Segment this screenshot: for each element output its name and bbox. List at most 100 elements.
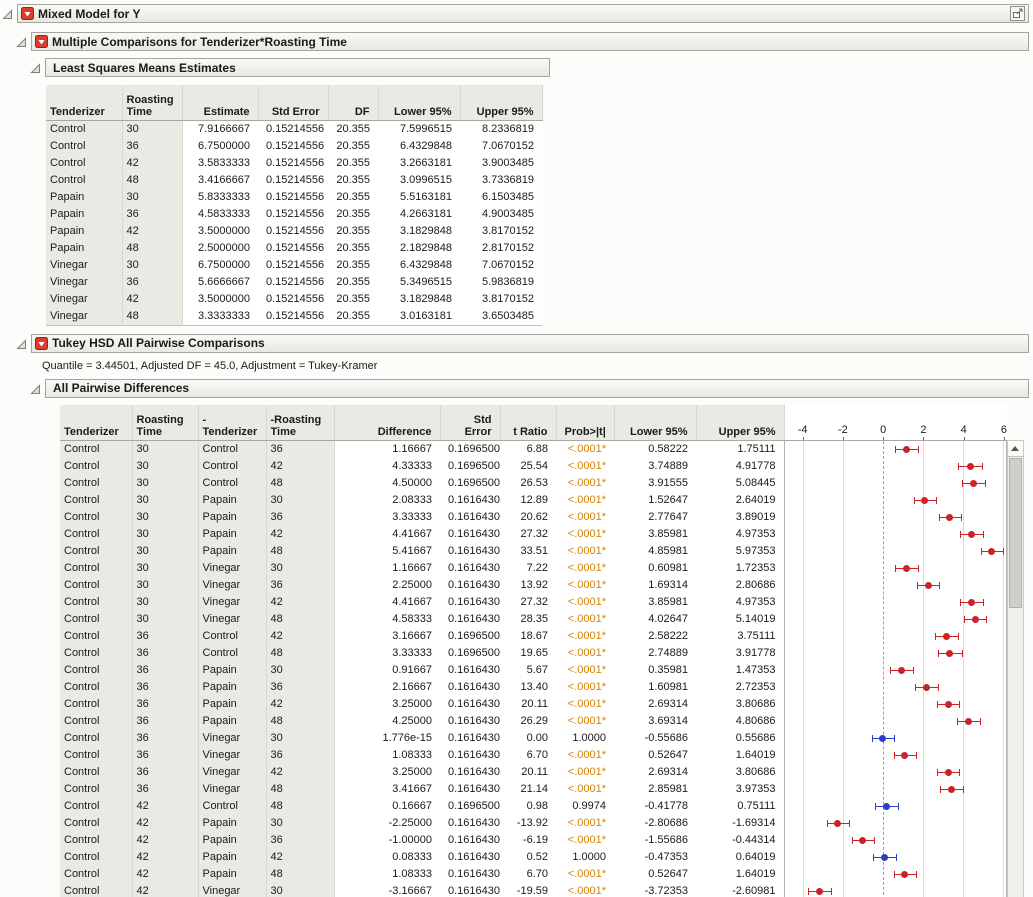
cell: 27.32 bbox=[500, 526, 556, 543]
cell: Control bbox=[198, 628, 266, 645]
table-row[interactable]: Papain482.50000000.1521455620.3552.18298… bbox=[46, 240, 542, 257]
disclosure-triangle-icon[interactable] bbox=[16, 337, 29, 350]
pairwise-table-region: TenderizerRoasting Time-Tenderizer-Roast… bbox=[60, 405, 1029, 897]
cell: 0.1696500 bbox=[440, 440, 500, 458]
cell: 6.1503485 bbox=[460, 189, 542, 206]
cell: 3.0163181 bbox=[378, 308, 460, 326]
cell: 0.1616430 bbox=[440, 492, 500, 509]
scrollbar-up-button[interactable] bbox=[1008, 441, 1023, 457]
scrollbar-thumb[interactable] bbox=[1009, 458, 1022, 608]
confidence-interval-marker bbox=[785, 713, 1006, 730]
red-triangle-menu-icon[interactable] bbox=[35, 35, 48, 48]
table-row[interactable]: Control307.91666670.1521455620.3557.5996… bbox=[46, 120, 542, 138]
table-row[interactable]: Papain364.58333330.1521455620.3554.26631… bbox=[46, 206, 542, 223]
cell: 2.64019 bbox=[696, 492, 784, 509]
cell: 1.16667 bbox=[334, 560, 440, 577]
disclosure-triangle-icon[interactable] bbox=[30, 61, 43, 74]
cell: 30 bbox=[132, 458, 198, 475]
cell: Control bbox=[60, 560, 132, 577]
column-header: Tenderizer bbox=[60, 405, 132, 441]
ci-lower-cap bbox=[957, 718, 958, 725]
cell: Vinegar bbox=[198, 730, 266, 747]
cell: 3.1829848 bbox=[378, 291, 460, 308]
column-header: Tenderizer bbox=[46, 85, 122, 120]
ci-upper-cap bbox=[913, 667, 914, 674]
cell: 4.5833333 bbox=[182, 206, 258, 223]
cell: 2.8170152 bbox=[460, 240, 542, 257]
red-triangle-menu-icon[interactable] bbox=[35, 337, 48, 350]
cell: 36 bbox=[266, 509, 334, 526]
cell: 0.60981 bbox=[614, 560, 696, 577]
table-row[interactable]: Control483.41666670.1521455620.3553.0996… bbox=[46, 172, 542, 189]
cell: Control bbox=[198, 645, 266, 662]
cell: 0.9974 bbox=[556, 798, 614, 815]
cell: Papain bbox=[198, 866, 266, 883]
ci-upper-cap bbox=[1003, 548, 1004, 555]
table-row[interactable]: Control30Control361.166670.16965006.88<.… bbox=[60, 440, 1006, 458]
cell: 36 bbox=[266, 679, 334, 696]
red-triangle-menu-icon[interactable] bbox=[21, 7, 34, 20]
disclosure-triangle-icon[interactable] bbox=[16, 35, 29, 48]
confidence-interval-marker bbox=[785, 543, 1006, 560]
cell: -1.55686 bbox=[614, 832, 696, 849]
lsm-header-row: TenderizerRoasting TimeEstimateStd Error… bbox=[46, 85, 542, 120]
cell: <.0001* bbox=[556, 866, 614, 883]
axis-tick-mark bbox=[1004, 437, 1005, 440]
cell: 0.64019 bbox=[696, 849, 784, 866]
ci-lower-cap bbox=[895, 446, 896, 453]
cell: 20.355 bbox=[328, 155, 378, 172]
cell: 0.1616430 bbox=[440, 713, 500, 730]
table-row[interactable]: Papain423.50000000.1521455620.3553.18298… bbox=[46, 223, 542, 240]
cell: 18.67 bbox=[500, 628, 556, 645]
confidence-interval-marker bbox=[785, 441, 1006, 458]
cell: Control bbox=[60, 662, 132, 679]
window-zoom-button[interactable] bbox=[1010, 6, 1025, 21]
cell: 30 bbox=[266, 560, 334, 577]
scrollbar-track[interactable] bbox=[1008, 457, 1023, 897]
cell: 0.1616430 bbox=[440, 747, 500, 764]
cell: 0.1616430 bbox=[440, 611, 500, 628]
cell: 3.33333 bbox=[334, 645, 440, 662]
plot-scrollbar[interactable] bbox=[1007, 440, 1024, 897]
cell: 36 bbox=[132, 628, 198, 645]
pairwise-table: TenderizerRoasting Time-Tenderizer-Roast… bbox=[60, 405, 1007, 897]
cell: 48 bbox=[266, 866, 334, 883]
cell: 4.41667 bbox=[334, 526, 440, 543]
confidence-interval-marker bbox=[785, 594, 1006, 611]
table-row[interactable]: Vinegar306.75000000.1521455620.3556.4329… bbox=[46, 257, 542, 274]
axis-tick-mark bbox=[923, 437, 924, 440]
cell: 36 bbox=[132, 662, 198, 679]
cell: 30 bbox=[266, 492, 334, 509]
axis-tick-mark bbox=[843, 437, 844, 440]
cell: 0.98 bbox=[500, 798, 556, 815]
cell: 1.0000 bbox=[556, 849, 614, 866]
cell: Papain bbox=[198, 509, 266, 526]
cell: 30 bbox=[122, 120, 182, 138]
cell: 30 bbox=[132, 543, 198, 560]
cell: 42 bbox=[132, 849, 198, 866]
cell: <.0001* bbox=[556, 492, 614, 509]
cell: 3.6503485 bbox=[460, 308, 542, 326]
cell: Control bbox=[60, 815, 132, 832]
table-row[interactable]: Control366.75000000.1521455620.3556.4329… bbox=[46, 138, 542, 155]
ci-lower-cap bbox=[939, 514, 940, 521]
cell: Control bbox=[60, 747, 132, 764]
table-row[interactable]: Vinegar423.50000000.1521455620.3553.1829… bbox=[46, 291, 542, 308]
cell: 0.1616430 bbox=[440, 849, 500, 866]
cell: Control bbox=[60, 866, 132, 883]
cell: Control bbox=[60, 492, 132, 509]
cell: 36 bbox=[266, 440, 334, 458]
axis-tick-label: 6 bbox=[1001, 424, 1007, 436]
table-row[interactable]: Vinegar365.66666670.1521455620.3555.3496… bbox=[46, 274, 542, 291]
confidence-interval-marker bbox=[785, 526, 1006, 543]
disclosure-triangle-icon[interactable] bbox=[2, 7, 15, 20]
table-row[interactable]: Control423.58333330.1521455620.3553.2663… bbox=[46, 155, 542, 172]
ci-lower-cap bbox=[808, 888, 809, 895]
disclosure-triangle-icon[interactable] bbox=[30, 382, 43, 395]
cell: 4.91778 bbox=[696, 458, 784, 475]
cell: <.0001* bbox=[556, 679, 614, 696]
cell: 0.15214556 bbox=[258, 308, 328, 326]
table-row[interactable]: Papain305.83333330.1521455620.3555.51631… bbox=[46, 189, 542, 206]
table-row[interactable]: Vinegar483.33333330.1521455620.3553.0163… bbox=[46, 308, 542, 326]
cell: 0.1616430 bbox=[440, 696, 500, 713]
